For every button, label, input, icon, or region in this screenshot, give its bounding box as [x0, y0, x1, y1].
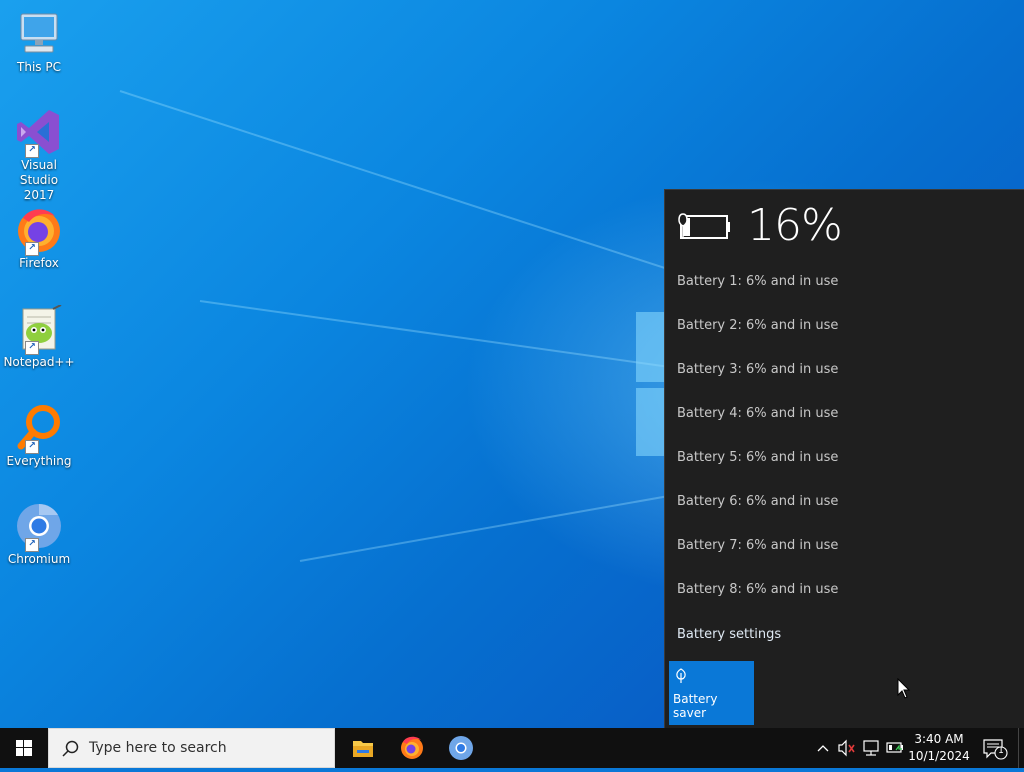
clock-date: 10/1/2024: [908, 749, 970, 763]
battery-saver-label: Battery saver: [673, 692, 718, 720]
battery-tray-button[interactable]: [884, 728, 906, 768]
shortcut-arrow-icon: ↗: [25, 538, 39, 552]
battery-status-row: Battery 4: 6% and in use: [677, 406, 839, 421]
show-desktop-button[interactable]: [1018, 728, 1024, 768]
battery-status-row: Battery 7: 6% and in use: [677, 538, 839, 553]
notification-icon: [983, 739, 1008, 760]
battery-status-row: Battery 3: 6% and in use: [677, 362, 839, 377]
start-button[interactable]: [0, 728, 48, 768]
taskbar-clock[interactable]: 3:40 AM 10/1/2024: [906, 731, 972, 765]
volume-muted-icon: [838, 739, 855, 757]
windows-start-icon: [16, 740, 32, 756]
taskbar-chromium[interactable]: [437, 728, 485, 768]
clock-time: 3:40 AM: [914, 732, 964, 746]
leaf-icon: [675, 668, 687, 688]
search-placeholder: Type here to search: [89, 740, 227, 756]
desktop-icon-label: Everything: [6, 454, 72, 468]
battery-percentage: 16%: [747, 200, 843, 251]
volume-tray-button[interactable]: [835, 728, 859, 768]
battery-status-row: Battery 5: 6% and in use: [677, 450, 839, 465]
firefox-icon: [401, 736, 423, 759]
desktop-icon-label: Firefox: [19, 256, 59, 270]
shortcut-arrow-icon: ↗: [25, 242, 39, 256]
action-center-button[interactable]: 1: [980, 728, 1010, 768]
desktop-icon-label: Chromium: [7, 552, 71, 566]
chevron-up-icon: [817, 745, 829, 752]
shortcut-arrow-icon: ↗: [25, 440, 39, 454]
shortcut-arrow-icon: ↗: [25, 144, 39, 158]
chromium-icon: [449, 736, 473, 760]
shortcut-arrow-icon: ↗: [25, 341, 39, 355]
battery-flyout: 16% Battery 1: 6% and in use Battery 2: …: [664, 189, 1024, 728]
search-icon: [62, 740, 79, 757]
taskbar-file-explorer[interactable]: [339, 728, 387, 768]
chromium-icon: ↗: [15, 502, 63, 552]
desktop-icon-label: Visual Studio: [19, 158, 59, 187]
visual-studio-icon: ↗: [15, 108, 63, 158]
battery-icon: [886, 742, 903, 753]
computer-icon: [15, 10, 63, 58]
desktop-icon-visual-studio[interactable]: ↗ Visual Studio 2017: [2, 108, 76, 203]
battery-status-row: Battery 6: 6% and in use: [677, 494, 839, 509]
desktop-icon-everything[interactable]: ↗ Everything: [2, 404, 76, 469]
battery-status-row: Battery 1: 6% and in use: [677, 274, 839, 289]
firefox-icon: ↗: [15, 206, 63, 256]
file-explorer-icon: [353, 741, 373, 757]
desktop-icon-label: This PC: [17, 60, 61, 74]
network-tray-button[interactable]: [860, 728, 882, 768]
notepad-plus-plus-icon: ↗: [15, 304, 63, 355]
everything-search-icon: ↗: [15, 404, 63, 454]
notification-count-badge: 1: [998, 746, 1004, 756]
desktop-icon-chromium[interactable]: ↗ Chromium: [2, 502, 76, 567]
taskbar: Type here to search 3:40 AM 10/1/2024 1: [0, 728, 1024, 768]
battery-charge-icon: [677, 212, 733, 246]
battery-status-row: Battery 2: 6% and in use: [677, 318, 839, 333]
battery-saver-toggle[interactable]: Battery saver: [669, 661, 754, 725]
mouse-pointer-icon: [897, 677, 911, 704]
show-hidden-icons-button[interactable]: [812, 728, 834, 768]
battery-status-row: Battery 8: 6% and in use: [677, 582, 839, 597]
battery-settings-link[interactable]: Battery settings: [677, 627, 781, 642]
taskbar-search-box[interactable]: Type here to search: [48, 728, 335, 768]
desktop-icon-this-pc[interactable]: This PC: [2, 10, 76, 75]
desktop-icon-label: 2017: [23, 188, 55, 202]
desktop-icon-notepad-plus-plus[interactable]: ↗ Notepad++: [2, 304, 76, 370]
desktop-icon-firefox[interactable]: ↗ Firefox: [2, 206, 76, 271]
network-icon: [863, 740, 879, 756]
taskbar-firefox[interactable]: [388, 728, 436, 768]
desktop-icon-label: Notepad++: [3, 355, 75, 369]
